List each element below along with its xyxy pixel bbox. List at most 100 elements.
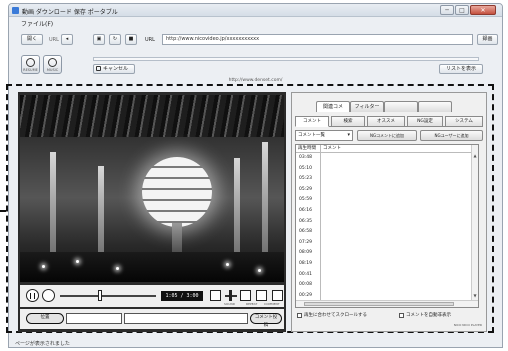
scroll-up-icon[interactable]: ▲ [472,153,478,158]
comment-filter-select[interactable]: コメント一覧 ▾ [295,130,353,141]
ng-comment-button[interactable]: NGコメントに追加 [357,130,417,141]
comment-time-cell[interactable]: 00:29 [299,293,312,298]
chevron-down-icon: ▾ [347,132,350,138]
cancel-icon [96,66,101,71]
show-list-button[interactable]: リストを表示 [439,64,483,74]
light-spot [42,265,45,268]
save-icon[interactable]: ▣ [93,34,105,45]
status-bar: ページが表示されました [15,341,70,347]
comment-time-cell[interactable]: 08:19 [299,261,312,266]
app-icon [12,7,19,14]
comment-time-cell[interactable]: 05:59 [299,197,312,202]
menu-bar: ファイル(F) [9,18,502,28]
fullscreen-button[interactable] [272,290,283,301]
minimize-icon: ─ [445,7,449,14]
resume-label: RESUME [23,68,38,72]
filter-row: コメント一覧 ▾ NGコメントに追加 NGユーザーに追加 [295,130,483,141]
music-button[interactable]: MUSIC [43,55,62,74]
command-input[interactable] [66,313,122,324]
sound-label: SOUND [224,302,236,306]
comment-time-cell[interactable]: 08:09 [299,250,312,255]
comment-time-cell[interactable]: 00:08 [299,282,312,287]
window-title: 動画 ダウンロード 保存 ポータブル [22,9,118,16]
comment-time-cell[interactable]: 03:48 [299,155,312,160]
minimize-button[interactable]: ─ [440,5,454,15]
cancel-label: キャンセル [103,66,129,72]
site-url[interactable]: http://www.denset.com/ [9,78,502,83]
subtab-comments[interactable]: コメント [295,116,329,127]
post-comment-button[interactable]: コメント投稿 [250,313,282,328]
auto-hide-checkbox[interactable] [399,313,404,318]
comment-toggle-button[interactable] [256,290,267,301]
comment-time-cell[interactable]: 06:35 [299,219,312,224]
seek-thumb[interactable] [98,290,103,301]
comment-list[interactable]: 再生時間 コメント 03:48 05:10 05:23 05:29 05:59 06:16… [295,144,479,308]
menu-file[interactable]: ファイル(F) [21,19,53,28]
video-frame[interactable] [20,95,284,282]
subtab-search[interactable]: 検索 [331,116,365,127]
subtab-system[interactable]: システム [445,116,483,127]
tab-extra-1[interactable] [384,101,418,112]
music-label: MUSIC [46,68,59,72]
subtab-bar: コメント 検索 オススメ NG設定 システム [295,115,483,127]
volume-thumb[interactable] [229,290,232,301]
light-spot [116,267,119,270]
maximize-icon: □ [459,7,465,14]
player-controls: 1:05 / 3:00 SOUND REPEAT COMMENT [20,285,284,307]
player-brand: NICO NICO PLAYER [453,323,482,327]
volume-icon[interactable] [210,290,221,301]
video-player: 1:05 / 3:00 SOUND REPEAT COMMENT 位置 コメント… [18,92,286,332]
tab-related[interactable]: 関連コメ [316,101,350,112]
record-button[interactable]: 録画 [477,34,498,45]
auto-scroll-checkbox[interactable] [297,313,302,318]
resume-button[interactable]: RESUME [21,55,40,74]
tab-filter[interactable]: フィルター [350,101,384,112]
ng-user-button[interactable]: NGユーザーに追加 [420,130,483,141]
column-comment[interactable]: コメント [323,145,341,152]
title-bar[interactable]: 動画 ダウンロード 保存 ポータブル ─ □ ✕ [9,4,502,17]
url-label: URL [145,37,155,43]
comment-time-cell[interactable]: 00:41 [299,272,312,277]
url-input[interactable]: http://www.nicovideo.jp/xxxxxxxxxxx [162,34,473,45]
auto-hide-label: コメントを自動非表示 [406,313,451,318]
seek-bar[interactable] [60,295,156,297]
record-icon [26,58,35,67]
close-button[interactable]: ✕ [470,5,496,15]
open-button[interactable]: 開く [21,34,43,45]
callout-line [0,210,6,212]
list-header: 再生時間 コメント [296,145,478,153]
comment-time-cell[interactable]: 05:29 [299,187,312,192]
subtab-ng-settings[interactable]: NG設定 [407,116,443,127]
cancel-button[interactable]: キャンセル [93,64,135,74]
maximize-button[interactable]: □ [455,5,469,15]
repeat-button[interactable] [240,290,251,301]
vertical-scrollbar[interactable]: ▲ ▼ [471,145,478,307]
back-button[interactable]: ◂ [61,34,73,45]
comment-time-cell[interactable]: 06:58 [299,229,312,234]
scroll-down-icon[interactable]: ▼ [472,293,478,298]
stop-button[interactable] [42,289,55,302]
pause-button[interactable] [26,289,39,302]
column-time[interactable]: 再生時間 [298,145,316,152]
comment-time-cell[interactable]: 07:29 [299,240,312,245]
scroll-thumb[interactable] [304,302,454,306]
comment-panel: 関連コメ フィルター コメント 検索 オススメ NG設定 システム コメント一覧… [291,92,487,332]
refresh-icon[interactable]: ↻ [109,34,121,45]
download-progress-bar [93,57,479,61]
comment-input[interactable] [124,313,248,324]
pause-icon [30,292,35,299]
select-value: コメント一覧 [298,133,325,138]
comment-time-cell[interactable]: 05:10 [299,166,312,171]
position-button[interactable]: 位置 [26,313,64,324]
action-bar: RESUME MUSIC キャンセル リストを表示 [9,52,502,76]
pillar [262,142,268,262]
comment-time-cell[interactable]: 06:16 [299,208,312,213]
options-row: 再生に合わせてスクロールする コメントを自動非表示 [295,312,483,321]
stop-icon[interactable]: ■ [125,34,137,45]
tab-extra-2[interactable] [418,101,452,112]
roof-truss [20,95,284,137]
repeat-label: REPEAT [246,302,258,306]
horizontal-scrollbar[interactable] [296,300,478,307]
subtab-recommend[interactable]: オススメ [367,116,405,127]
comment-time-cell[interactable]: 05:23 [299,176,312,181]
